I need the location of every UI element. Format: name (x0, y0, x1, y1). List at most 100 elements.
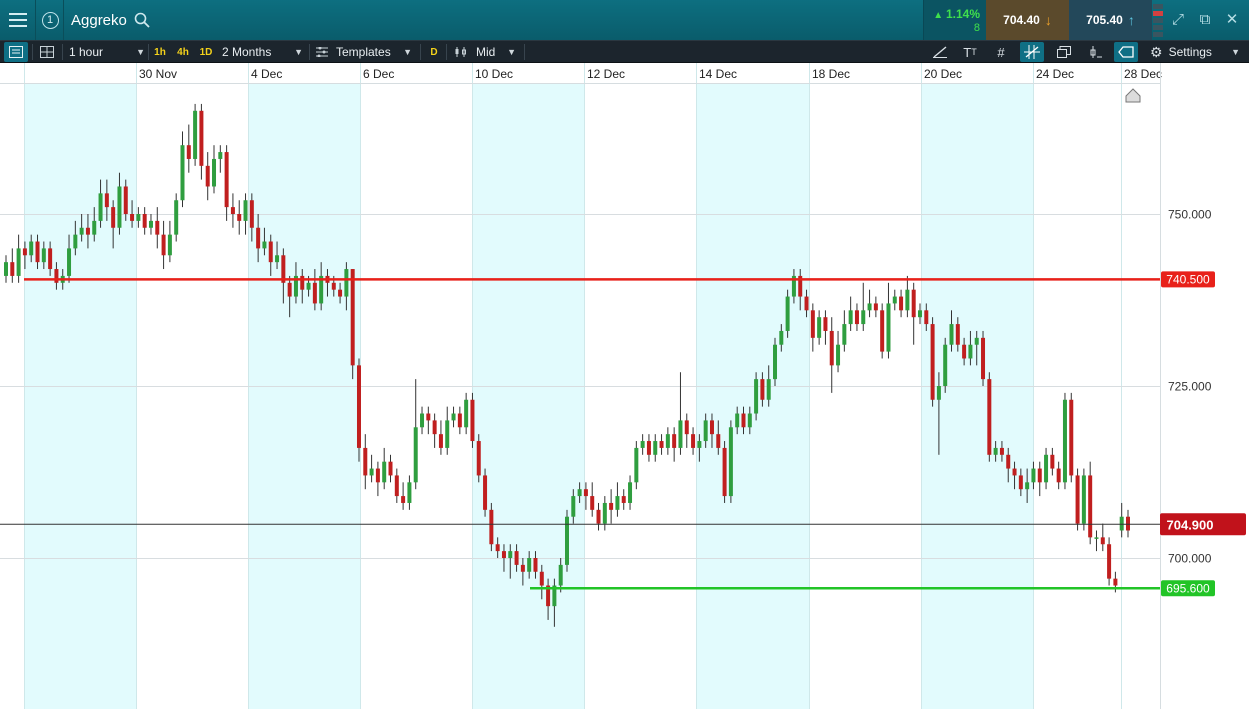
candle-down (10, 262, 15, 276)
candle-up (773, 344, 778, 380)
candle-down (659, 441, 664, 448)
candle-up (836, 344, 841, 366)
candle-down (489, 509, 494, 545)
indicator-icon[interactable] (1083, 42, 1107, 62)
chevron-down-icon: ▼ (136, 47, 145, 57)
text-size-icon[interactable]: TT (958, 42, 982, 62)
settings-label: Settings (1168, 45, 1212, 59)
x-tick-label: 6 Dec (363, 67, 394, 81)
arrow-up-icon: ↑ (1127, 12, 1135, 28)
candle-down (104, 193, 109, 208)
interval-1d-button[interactable]: 1D (197, 41, 215, 63)
candle-down (130, 214, 135, 221)
d-button[interactable]: D (428, 41, 440, 63)
templates-dropdown[interactable]: Templates ▼ (316, 41, 412, 63)
candle-down (1069, 399, 1074, 476)
search-icon[interactable] (134, 12, 150, 28)
price-chart[interactable]: 30 Nov 4 Dec 6 Dec 10 Dec 12 Dec 14 Dec 18 Dec… (0, 63, 1249, 709)
crosshair-icon[interactable] (1020, 42, 1044, 62)
hamburger-menu-icon[interactable] (0, 0, 36, 40)
y-tick-label: 725.000 (1168, 380, 1212, 394)
settings-dropdown[interactable]: ⚙ Settings ▼ (1150, 41, 1240, 63)
grid-icon[interactable]: # (989, 42, 1013, 62)
candle-down (1088, 475, 1093, 538)
scroll-to-end-icon[interactable] (1125, 88, 1141, 103)
candle-up (634, 447, 639, 483)
candle-up (697, 441, 702, 448)
interval-dropdown[interactable]: 1 hour ▼ (69, 41, 145, 63)
candle-down (709, 420, 714, 435)
candle-down (394, 475, 399, 497)
candle-up (628, 482, 633, 503)
chevron-down-icon: ▼ (507, 47, 516, 57)
candle-down (590, 496, 595, 510)
market-name[interactable]: Aggreko (71, 12, 127, 29)
drawing-tool-icon[interactable] (928, 42, 952, 62)
pop-out-icon[interactable]: ⧉ (1196, 11, 1214, 29)
expand-icon[interactable]: ⤢ (1169, 11, 1187, 29)
candle-up (886, 303, 891, 352)
candle-down (924, 310, 929, 325)
price-label-icon[interactable] (1114, 42, 1138, 62)
copy-icon[interactable] (1052, 42, 1076, 62)
candle-down (684, 420, 689, 435)
layout-grid-icon[interactable] (36, 41, 58, 63)
candle-up (275, 255, 280, 263)
sell-button[interactable]: 704.40 ↓ (986, 0, 1069, 40)
candle-down (823, 317, 828, 331)
candle-up (451, 413, 456, 421)
price-change: ▲ 1.14% 8 (923, 0, 986, 40)
candle-up (344, 269, 349, 297)
candle-down (722, 447, 727, 497)
x-tick-label: 12 Dec (587, 67, 625, 81)
candle-down (426, 413, 431, 421)
candle-up (974, 337, 979, 345)
candle-up (67, 248, 72, 276)
x-tick-label: 14 Dec (699, 67, 737, 81)
candle-down (155, 220, 160, 235)
candle-down (363, 447, 368, 476)
candle-up (148, 220, 153, 228)
candle-up (747, 413, 752, 428)
chart-canvas[interactable]: 30 Nov 4 Dec 6 Dec 10 Dec 12 Dec 14 Dec 18 Dec… (0, 63, 1249, 709)
shaded-day-band (696, 83, 809, 709)
candle-down (854, 310, 859, 325)
candle-up (218, 152, 223, 159)
chart-type-icon[interactable] (4, 42, 28, 62)
candle-up (98, 193, 103, 221)
candle-down (1037, 468, 1042, 483)
candle-down (22, 248, 27, 256)
x-tick-label: 10 Dec (475, 67, 513, 81)
candle-down (804, 296, 809, 311)
candle-up (779, 330, 784, 345)
candle-up (558, 564, 563, 586)
candle-up (167, 234, 172, 256)
range-dropdown[interactable]: 2 Months ▼ (222, 41, 303, 63)
price-type-dropdown[interactable]: Mid ▼ (454, 41, 516, 63)
candle-down (880, 310, 885, 352)
close-icon[interactable]: ✕ (1223, 11, 1241, 29)
candle-down (955, 324, 960, 345)
candle-down (356, 365, 361, 448)
candle-down (1113, 578, 1118, 586)
candle-down (287, 282, 292, 297)
link-number-icon[interactable]: 1 (37, 0, 64, 40)
candle-down (873, 303, 878, 311)
candle-up (41, 248, 46, 263)
candle-down (1126, 516, 1130, 531)
buy-button[interactable]: 705.40 ↑ (1069, 0, 1152, 40)
support-label: 695.600 (1166, 581, 1210, 595)
candle-down (331, 282, 336, 290)
x-tick-label: 28 Dec (1124, 67, 1162, 81)
candle-down (583, 489, 588, 497)
chevron-down-icon: ▼ (1231, 47, 1240, 57)
interval-4h-button[interactable]: 4h (175, 41, 191, 63)
candle-down (161, 234, 166, 256)
candle-down (350, 269, 355, 366)
interval-1h-button[interactable]: 1h (152, 41, 168, 63)
templates-icon (316, 47, 328, 57)
change-points: 8 (973, 22, 980, 34)
candle-down (533, 558, 538, 572)
shaded-day-band (248, 83, 360, 709)
y-tick-label: 750.000 (1168, 208, 1212, 222)
